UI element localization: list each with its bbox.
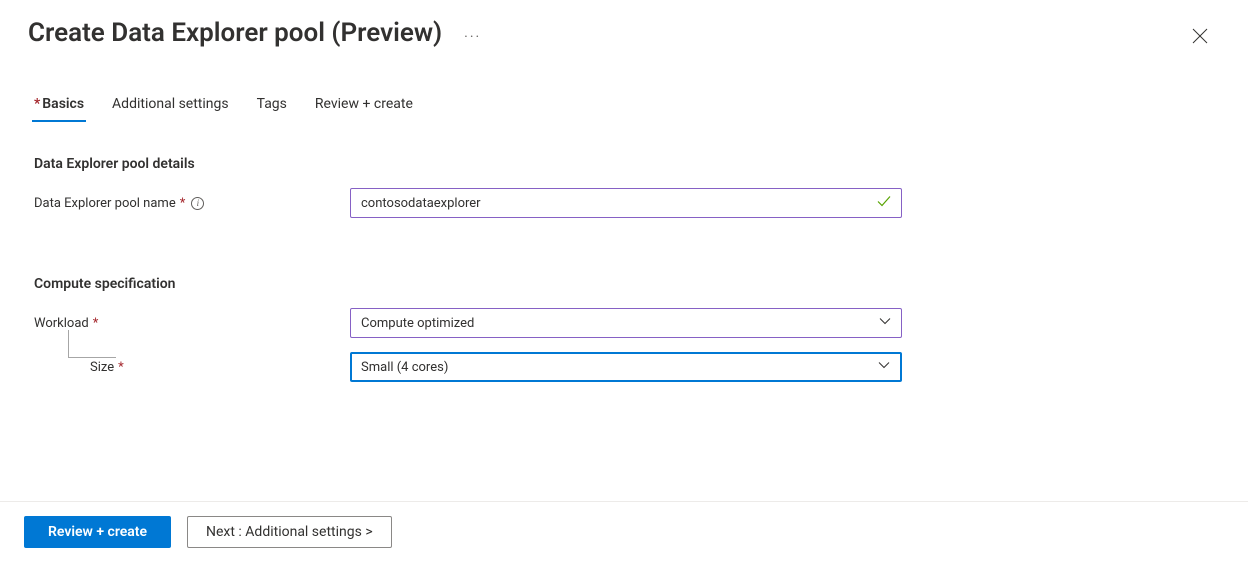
required-asterisk: * bbox=[118, 360, 124, 375]
row-pool-name: Data Explorer pool name * i bbox=[34, 188, 1248, 218]
required-asterisk: * bbox=[34, 96, 40, 112]
tabs: *Basics Additional settings Tags Review … bbox=[0, 48, 1248, 120]
label-pool-name-text: Data Explorer pool name bbox=[34, 196, 176, 211]
tab-label: Basics bbox=[42, 96, 84, 112]
label-workload-text: Workload bbox=[34, 316, 89, 331]
size-select[interactable]: Small (4 cores) bbox=[350, 352, 902, 382]
row-workload: Workload * Compute optimized bbox=[34, 308, 1248, 338]
page-title-text: Create Data Explorer pool (Preview) bbox=[28, 18, 442, 48]
close-button[interactable] bbox=[1188, 24, 1212, 48]
label-size-text: Size bbox=[90, 360, 114, 375]
required-asterisk: * bbox=[93, 316, 99, 331]
close-icon bbox=[1192, 28, 1208, 44]
label-workload: Workload * bbox=[34, 316, 350, 331]
footer: Review + create Next : Additional settin… bbox=[0, 501, 1248, 562]
tab-additional-settings[interactable]: Additional settings bbox=[112, 96, 229, 120]
more-options-icon[interactable]: ··· bbox=[464, 29, 481, 45]
tab-label: Tags bbox=[257, 96, 287, 112]
tab-tags[interactable]: Tags bbox=[257, 96, 287, 120]
required-asterisk: * bbox=[180, 196, 186, 211]
tab-basics[interactable]: *Basics bbox=[34, 96, 84, 120]
next-button[interactable]: Next : Additional settings > bbox=[187, 516, 392, 548]
tab-label: Review + create bbox=[315, 96, 413, 112]
label-size: Size * bbox=[34, 360, 350, 375]
section-compute-heading: Compute specification bbox=[34, 276, 1248, 292]
workload-select[interactable]: Compute optimized bbox=[350, 308, 902, 338]
tree-connector-icon bbox=[68, 330, 116, 358]
pool-name-input[interactable] bbox=[350, 188, 902, 218]
page-title: Create Data Explorer pool (Preview) ··· bbox=[28, 18, 481, 48]
workload-select-value: Compute optimized bbox=[361, 316, 474, 331]
form-content: Data Explorer pool details Data Explorer… bbox=[0, 120, 1248, 382]
tab-review-create[interactable]: Review + create bbox=[315, 96, 413, 120]
tab-label: Additional settings bbox=[112, 96, 229, 112]
review-create-button[interactable]: Review + create bbox=[24, 516, 171, 548]
info-icon[interactable]: i bbox=[191, 197, 204, 210]
chevron-down-icon bbox=[878, 359, 890, 375]
section-pool-details-heading: Data Explorer pool details bbox=[34, 156, 1248, 172]
size-select-value: Small (4 cores) bbox=[361, 360, 448, 375]
chevron-down-icon bbox=[879, 315, 891, 331]
row-size: Size * Small (4 cores) bbox=[34, 352, 1248, 382]
label-pool-name: Data Explorer pool name * i bbox=[34, 196, 350, 211]
